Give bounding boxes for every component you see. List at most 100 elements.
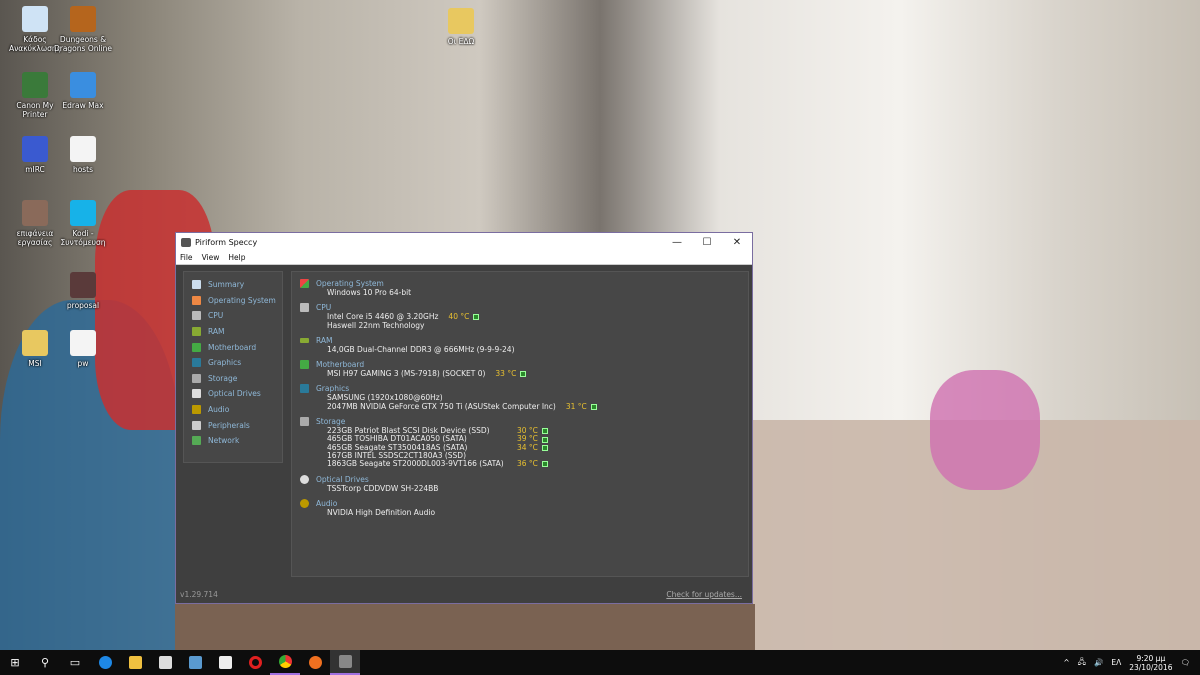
audio-icon xyxy=(300,498,309,508)
desktop-icon[interactable]: hosts xyxy=(52,136,114,174)
section-audio: Audio NVIDIA High Definition Audio xyxy=(300,498,740,517)
sidebar-item-storage[interactable]: Storage xyxy=(184,371,282,387)
desktop-icon[interactable]: Edraw Max xyxy=(52,72,114,110)
menu-help[interactable]: Help xyxy=(228,253,245,262)
section-optical: Optical Drives TSSTcorp CDDVDW SH-224BB xyxy=(300,474,740,493)
network-icon xyxy=(192,436,201,446)
desktop-icon[interactable]: Dungeons & Dragons Online xyxy=(52,6,114,53)
chrome-taskbar-icon[interactable] xyxy=(270,650,300,675)
desktop-icon-image xyxy=(70,330,96,356)
desktop-icon[interactable]: Kodi - Συντόμευση xyxy=(52,200,114,247)
section-cpu: CPU Intel Core i5 4460 @ 3.20GHz 40 °C Ha… xyxy=(300,302,740,330)
section-title: Graphics xyxy=(316,384,350,394)
desktop-icon-label: Οι ΕΔΩ xyxy=(447,37,475,46)
file-explorer-taskbar-icon[interactable] xyxy=(120,650,150,675)
store-taskbar-icon[interactable] xyxy=(150,650,180,675)
status-bar: v1.29.714 Check for updates... xyxy=(180,590,742,599)
sidebar-item-label: Storage xyxy=(208,373,238,383)
sidebar-item-network[interactable]: Network xyxy=(184,433,282,449)
action-center-icon[interactable]: 🗨 xyxy=(1180,658,1190,667)
ram-info: 14,0GB Dual-Channel DDR3 @ 666MHz (9-9-9… xyxy=(327,344,515,354)
language-indicator[interactable]: ΕΛ xyxy=(1111,658,1121,667)
network-icon[interactable]: 🖧 xyxy=(1078,656,1086,669)
menu-file[interactable]: File xyxy=(180,253,193,262)
section-title: Audio xyxy=(316,498,338,508)
sidebar-item-peripherals[interactable]: Peripherals xyxy=(184,417,282,433)
sidebar-item-audio[interactable]: Audio xyxy=(184,402,282,418)
show-hidden-icons-chevron-icon[interactable]: ^ xyxy=(1063,658,1069,667)
title-bar[interactable]: Piriform Speccy — ☐ ✕ xyxy=(176,233,752,251)
temp-indicator xyxy=(541,444,548,451)
menu-bar: File View Help xyxy=(176,251,752,265)
desktop-icon-image xyxy=(70,6,96,32)
cpu-icon xyxy=(192,311,201,321)
task-view-button[interactable]: ▭ xyxy=(60,650,90,675)
opera-taskbar-icon[interactable] xyxy=(240,650,270,675)
desktop-icon-image xyxy=(22,330,48,356)
desktop-icon-image xyxy=(22,72,48,98)
sidebar-item-label: Summary xyxy=(208,280,245,290)
temp-indicator xyxy=(590,403,597,410)
graphics-icon xyxy=(192,358,201,368)
sidebar-item-optical-drives[interactable]: Optical Drives xyxy=(184,386,282,402)
motherboard-info: MSI H97 GAMING 3 (MS-7918) (SOCKET 0) xyxy=(327,369,486,379)
desktop-icon-label: hosts xyxy=(72,165,94,174)
drive-name: 1863GB Seagate ST2000DL003-9VT166 (SATA) xyxy=(327,459,504,469)
desktop-icon-image xyxy=(70,72,96,98)
menu-view[interactable]: View xyxy=(202,253,220,262)
sidebar-item-label: RAM xyxy=(208,327,225,337)
clock-time: 9:20 μμ xyxy=(1136,653,1166,663)
sidebar-item-operating-system[interactable]: Operating System xyxy=(184,293,282,309)
clock[interactable]: 9:20 μμ 23/10/2016 xyxy=(1129,654,1172,672)
sidebar: Summary Operating System CPU RAM Motherboard… xyxy=(183,271,283,463)
desktop-icon[interactable]: Οι ΕΔΩ xyxy=(430,8,492,46)
close-button[interactable]: ✕ xyxy=(722,237,752,248)
bg-person-pink xyxy=(930,370,1040,490)
firefox-taskbar-icon[interactable] xyxy=(300,650,330,675)
sidebar-item-label: Operating System xyxy=(208,295,276,305)
summary-icon xyxy=(192,280,201,290)
calculator-taskbar-icon[interactable] xyxy=(210,650,240,675)
clock-date: 23/10/2016 xyxy=(1129,662,1173,672)
minimize-button[interactable]: — xyxy=(662,237,692,248)
start-button[interactable]: ⊞ xyxy=(0,650,30,675)
media-player-taskbar-icon[interactable] xyxy=(180,650,210,675)
section-graphics: Graphics SAMSUNG (1920x1080@60Hz) 2047MB… xyxy=(300,383,740,411)
sidebar-item-label: Network xyxy=(208,436,240,446)
section-title: Optical Drives xyxy=(316,474,369,484)
sidebar-item-graphics[interactable]: Graphics xyxy=(184,355,282,371)
desktop-icon[interactable]: pw xyxy=(52,330,114,368)
motherboard-icon xyxy=(192,342,201,352)
desktop-icon-image xyxy=(70,200,96,226)
section-storage: Storage 223GB Patriot Blast SCSI Disk De… xyxy=(300,416,740,468)
drive-temp: 34 °C xyxy=(517,442,538,452)
desktop-icon-image xyxy=(22,200,48,226)
sidebar-item-motherboard[interactable]: Motherboard xyxy=(184,339,282,355)
temp-indicator xyxy=(541,428,548,435)
volume-icon[interactable]: 🔊 xyxy=(1094,658,1103,667)
sidebar-item-summary[interactable]: Summary xyxy=(184,277,282,293)
graphics-icon xyxy=(300,384,309,394)
check-updates-link[interactable]: Check for updates... xyxy=(666,590,742,599)
temp-indicator xyxy=(541,436,548,443)
speccy-taskbar-icon[interactable] xyxy=(330,650,360,675)
optical-drives-icon xyxy=(192,389,201,399)
summary-panel: Operating System Windows 10 Pro 64-bit C… xyxy=(291,271,749,577)
maximize-button[interactable]: ☐ xyxy=(692,237,722,248)
storage-icon xyxy=(192,373,201,383)
cpu-tech: Haswell 22nm Technology xyxy=(327,320,425,330)
windows-icon xyxy=(300,279,309,288)
sidebar-item-label: CPU xyxy=(208,311,224,321)
desktop-icon-image xyxy=(22,6,48,32)
section-ram: RAM 14,0GB Dual-Channel DDR3 @ 666MHz (9… xyxy=(300,335,740,354)
desktop-icon[interactable]: proposal xyxy=(52,272,114,310)
sidebar-item-label: Optical Drives xyxy=(208,389,261,399)
sidebar-item-cpu[interactable]: CPU xyxy=(184,308,282,324)
section-title: RAM xyxy=(316,335,333,345)
search-button[interactable]: ⚲ xyxy=(30,650,60,675)
optical-info: TSSTcorp CDDVDW SH-224BB xyxy=(327,483,439,493)
cpu-temp: 40 °C xyxy=(448,312,470,322)
sidebar-item-ram[interactable]: RAM xyxy=(184,324,282,340)
audio-info: NVIDIA High Definition Audio xyxy=(327,507,436,517)
edge-taskbar-icon[interactable] xyxy=(90,650,120,675)
